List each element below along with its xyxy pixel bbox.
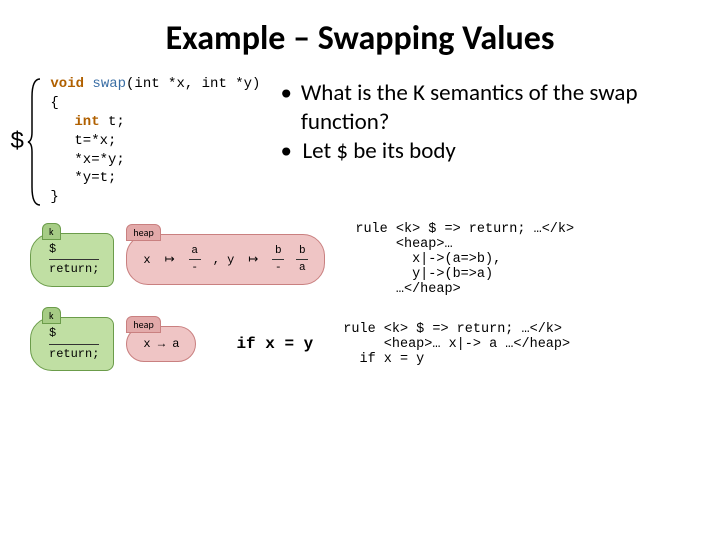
bullet-1: What is the K semantics of the swap func… xyxy=(301,79,700,137)
diagram-row-1: k $ return; heap x↦ a - , y↦ b - xyxy=(30,222,720,297)
rule-text-2: rule <k> $ => return; …</k> <heap>… x|->… xyxy=(343,322,720,367)
heap-tab-1: heap xyxy=(126,224,160,241)
bullet-2: Let $ be its body xyxy=(302,137,455,166)
dollar-symbol: $ xyxy=(10,129,24,156)
diagrams: k $ return; heap x↦ a - , y↦ b - xyxy=(0,222,720,371)
k-tab-2: k xyxy=(42,307,61,324)
slide-title: Example – Swapping Values xyxy=(0,18,720,59)
swap-code: void swap(int *x, int *y) { int t; t=*x;… xyxy=(50,75,260,207)
k-cell-2: k $ return; xyxy=(30,317,114,371)
heap-tab-2: heap xyxy=(126,316,160,333)
heap-cell-2: heap x → a xyxy=(114,326,196,362)
k-cell-1: k $ return; xyxy=(30,233,114,287)
rule-text-1: rule <k> $ => return; …</k> <heap>… x|->… xyxy=(355,222,720,297)
top-row: $ void swap(int *x, int *y) { int t; t=*… xyxy=(0,69,720,207)
heap-cell-1: heap x↦ a - , y↦ b - b a xyxy=(114,234,325,285)
bullets: •What is the K semantics of the swap fun… xyxy=(280,79,700,165)
k-tab-1: k xyxy=(42,223,61,240)
diagram-row-2: k $ return; heap x → a if x = y rule <k>… xyxy=(30,317,720,371)
dollar-bracket: $ xyxy=(10,77,44,207)
condition: if x = y xyxy=(236,335,313,353)
curly-bracket-icon xyxy=(26,77,44,207)
